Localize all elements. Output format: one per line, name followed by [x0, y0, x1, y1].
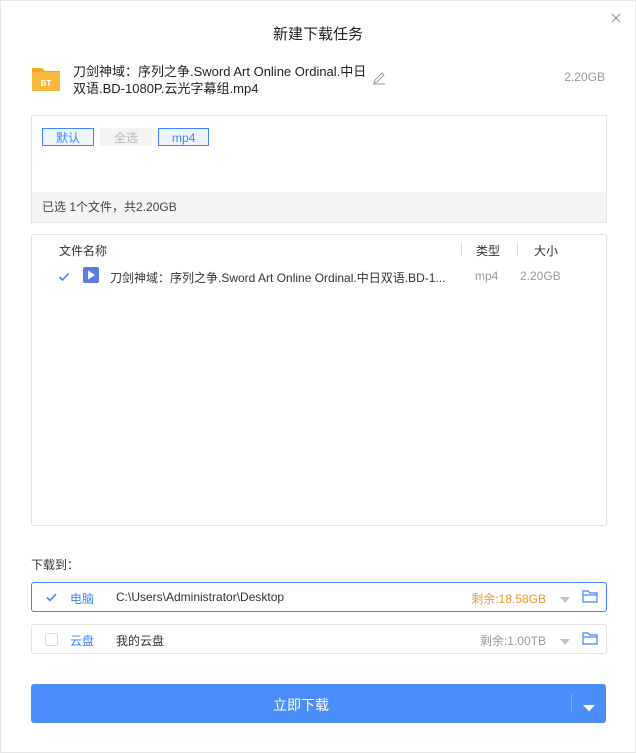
destination-pc-option[interactable]: 电脑 C:\Users\Administrator\Desktop 剩余:18.…: [31, 582, 607, 612]
column-divider: [517, 242, 518, 256]
cloud-path[interactable]: 我的云盘: [116, 632, 164, 649]
bt-folder-icon: BT: [31, 63, 61, 93]
torrent-file-name: 刀剑神域：序列之争.Sword Art Online Ordinal.中日双语.…: [73, 64, 367, 96]
file-list-header: 文件名称 类型 大小: [32, 235, 606, 263]
chevron-down-icon[interactable]: [583, 700, 595, 712]
cloud-label: 云盘: [70, 634, 95, 648]
column-divider: [461, 242, 462, 256]
filter-tags: 默认 全选 mp4: [42, 128, 215, 146]
torrent-file-header: BT 刀剑神域：序列之争.Sword Art Online Ordinal.中日…: [31, 61, 605, 101]
column-header-name[interactable]: 文件名称: [59, 242, 107, 259]
file-checkbox[interactable]: [57, 270, 71, 284]
close-icon[interactable]: [607, 9, 625, 27]
download-now-label: 立即下载: [273, 697, 329, 713]
chevron-down-icon[interactable]: [560, 635, 570, 645]
pc-label: 电脑: [70, 592, 95, 606]
chevron-down-icon[interactable]: [560, 593, 570, 603]
selection-summary: 已选 1个文件，共2.20GB: [32, 192, 606, 222]
file-row-type: mp4: [475, 269, 499, 283]
file-row-name: 刀剑神域：序列之争.Sword Art Online Ordinal.中日双语.…: [110, 271, 446, 285]
torrent-file-size: 2.20GB: [564, 70, 605, 84]
destination-label: 下载到：: [31, 558, 80, 572]
file-row-size: 2.20GB: [520, 269, 561, 283]
file-row[interactable]: 刀剑神域：序列之争.Sword Art Online Ordinal.中日双语.…: [32, 265, 606, 289]
filter-tag-mp4[interactable]: mp4: [158, 128, 210, 146]
dialog-title: 新建下载任务: [272, 26, 363, 43]
button-divider: [571, 694, 572, 713]
filter-tag-select-all[interactable]: 全选: [100, 128, 153, 146]
video-file-icon: [83, 267, 99, 283]
cloud-free-space: 剩余:1.00TB: [479, 634, 546, 648]
destination-cloud-option[interactable]: 云盘 我的云盘 剩余:1.00TB: [31, 624, 607, 654]
file-list: 文件名称 类型 大小 刀剑神域：序列之争.Sword Art Online Or…: [31, 234, 607, 526]
download-now-button[interactable]: 立即下载: [31, 684, 606, 723]
cloud-checkbox[interactable]: [45, 633, 58, 646]
filter-tag-default[interactable]: 默认: [42, 128, 95, 146]
new-download-dialog: 新建下载任务 BT 刀剑神域：序列之争.Sword Art Online Ord…: [0, 0, 636, 753]
column-header-type[interactable]: 类型: [476, 242, 500, 259]
folder-icon[interactable]: [582, 631, 598, 645]
column-header-size[interactable]: 大小: [534, 242, 558, 259]
edit-icon[interactable]: [372, 71, 386, 85]
folder-icon[interactable]: [582, 589, 598, 603]
pc-free-space: 剩余:18.58GB: [471, 592, 546, 606]
svg-text:BT: BT: [41, 79, 52, 88]
pc-path[interactable]: C:\Users\Administrator\Desktop: [116, 590, 284, 604]
pc-checkbox[interactable]: [45, 591, 58, 604]
file-filter-panel: 默认 全选 mp4 已选 1个文件，共2.20GB: [31, 115, 607, 223]
